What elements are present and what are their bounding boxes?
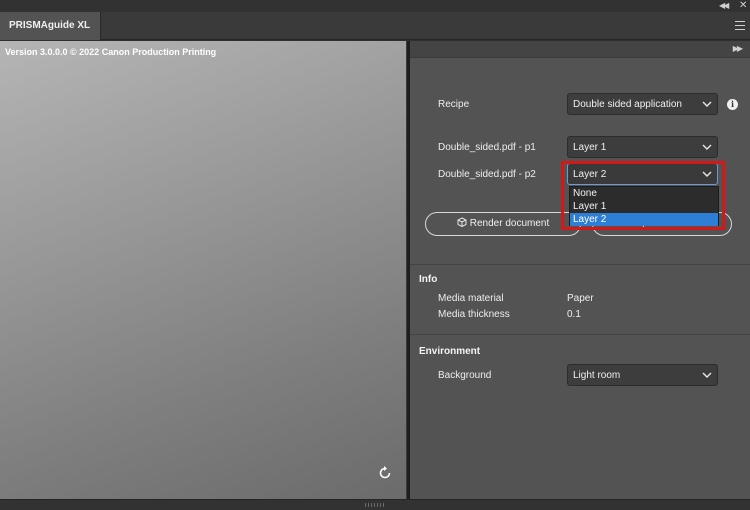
bottom-bar (0, 499, 750, 510)
close-icon[interactable]: ✕ (739, 0, 747, 11)
settings-panel: ▶▶ Recipe Double sided application i Dou… (410, 41, 750, 499)
background-label: Background (438, 370, 492, 381)
media-thickness-label: Media thickness (438, 309, 510, 320)
page2-layer-select[interactable]: Layer 2 (567, 163, 718, 185)
media-thickness-value: 0.1 (567, 309, 581, 320)
page2-label: Double_sided.pdf - p2 (438, 169, 536, 180)
render-document-button[interactable]: Render document (425, 212, 581, 236)
media-material-label: Media material (438, 293, 504, 304)
hamburger-menu-icon[interactable] (735, 21, 745, 30)
info-icon[interactable]: i (727, 99, 738, 110)
chevron-down-icon (702, 144, 712, 150)
version-text: Version 3.0.0.0 © 2022 Canon Production … (5, 47, 217, 57)
page1-label: Double_sided.pdf - p1 (438, 142, 536, 153)
window-top-strip: ◀◀ ✕ (0, 0, 750, 12)
page2-layer-value: Layer 2 (573, 169, 607, 180)
double-chevron-left-icon[interactable]: ◀◀ (719, 1, 729, 10)
background-select[interactable]: Light room (567, 364, 718, 386)
chevron-down-icon (702, 372, 712, 378)
tab-bar: PRISMAguide XL (0, 12, 750, 40)
chevron-down-icon (702, 101, 712, 107)
tab-label: PRISMAguide XL (9, 20, 91, 31)
dropdown-option-layer-2[interactable]: Layer 2 (570, 213, 718, 226)
resize-grip[interactable] (365, 503, 385, 507)
tab-prismaguide[interactable]: PRISMAguide XL (0, 12, 101, 40)
cube-icon (457, 217, 467, 227)
chevron-down-icon (702, 171, 712, 177)
recipe-select-value: Double sided application (573, 99, 682, 110)
double-chevron-right-icon[interactable]: ▶▶ (733, 44, 743, 53)
info-section-title: Info (419, 274, 438, 285)
divider (410, 334, 750, 335)
background-select-value: Light room (573, 370, 621, 381)
dropdown-option-layer-1[interactable]: Layer 1 (570, 200, 718, 213)
dropdown-option-none[interactable]: None (570, 187, 718, 200)
render-document-label: Render document (469, 218, 550, 229)
environment-section-title: Environment (419, 346, 481, 357)
panel-header: ▶▶ (410, 41, 750, 58)
page1-layer-value: Layer 1 (573, 142, 607, 153)
recipe-label: Recipe (438, 99, 470, 110)
recipe-select[interactable]: Double sided application (567, 93, 718, 115)
divider (410, 264, 750, 265)
page1-layer-select[interactable]: Layer 1 (567, 136, 718, 158)
media-material-value: Paper (567, 293, 594, 304)
preview-area: Version 3.0.0.0 © 2022 Canon Production … (0, 41, 406, 499)
reload-icon[interactable] (377, 465, 393, 481)
layer-dropdown-list: None Layer 1 Layer 2 (569, 186, 719, 226)
